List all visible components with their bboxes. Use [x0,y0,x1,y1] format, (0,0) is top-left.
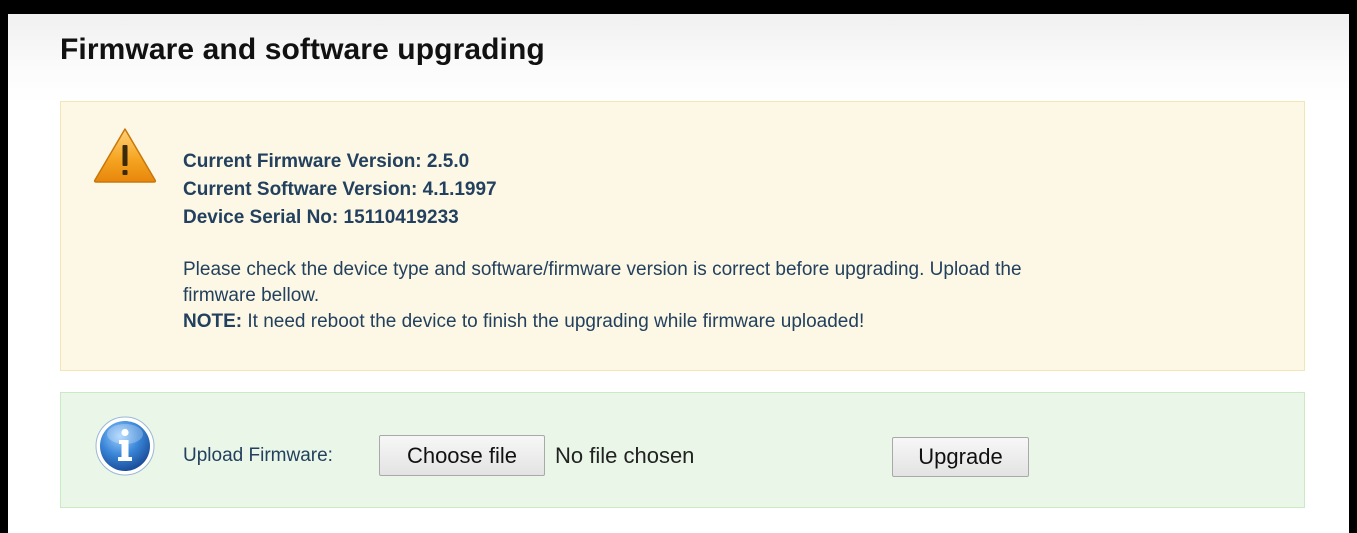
file-chosen-status: No file chosen [555,443,695,468]
device-serial-number: Device Serial No: 15110419233 [183,207,459,228]
reboot-note: NOTE: It need reboot the device to finis… [183,309,1273,335]
upload-firmware-panel: Upload Firmware: Choose file No file cho… [60,392,1305,508]
device-version-info: Current Firmware Version: 2.5.0 Current … [183,148,497,232]
note-text: It need reboot the device to finish the … [242,311,865,332]
page-title: Firmware and software upgrading [60,33,545,66]
instruction-line-1: Please check the device type and softwar… [183,259,1022,280]
note-label: NOTE: [183,311,243,332]
firmware-info-panel: Current Firmware Version: 2.5.0 Current … [60,101,1305,371]
info-circle-icon [95,416,155,476]
upgrade-button[interactable]: Upgrade [892,437,1029,477]
warning-triangle-icon [93,128,157,183]
upgrade-instructions: Please check the device type and softwar… [183,257,1273,335]
choose-file-button[interactable]: Choose file [379,435,545,476]
upload-firmware-label: Upload Firmware: [183,445,333,466]
current-firmware-version: Current Firmware Version: 2.5.0 [183,151,470,172]
current-software-version: Current Software Version: 4.1.1997 [183,179,497,200]
instruction-line-2: firmware bellow. [183,285,320,306]
